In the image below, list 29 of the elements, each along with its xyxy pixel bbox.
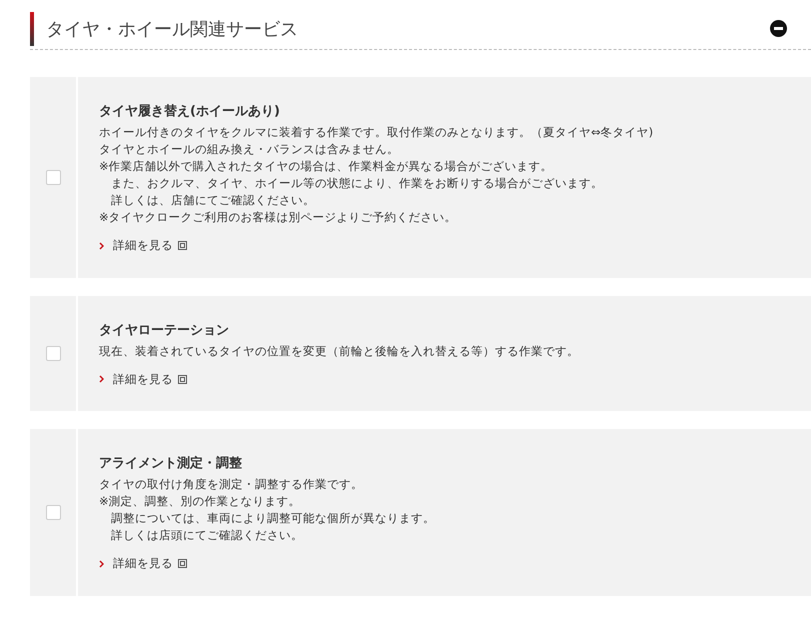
checkbox[interactable] <box>46 346 60 361</box>
chevron-icon <box>99 375 104 383</box>
description-line: また、おクルマ、タイヤ、ホイール等の状態により、作業をお断りする場合がございます。 <box>110 175 604 192</box>
description-line: 現在、装着されているタイヤの位置を変更（前輪と後輪を入れ替える等）する作業です。 <box>99 342 579 360</box>
window-icon <box>178 559 187 568</box>
details-link[interactable]: 詳細を見る <box>99 556 187 571</box>
service-title: タイヤローテーション <box>99 322 230 338</box>
description-line: ※測定、調整、別の作業となります。 <box>99 493 302 510</box>
window-icon <box>178 374 187 384</box>
window-icon <box>178 241 187 250</box>
service-title: タイヤ履き替え(ホイールあり) <box>99 103 281 120</box>
section-title: タイヤ・ホイール関連サービス <box>46 18 299 40</box>
checkbox[interactable] <box>46 170 60 185</box>
description-line: タイヤの取付け角度を測定・調整する作業です。 <box>99 476 364 493</box>
description-line: 調整については、車両により調整可能な個所が異なります。 <box>110 510 435 527</box>
description-line: 詳しくは、店舗にてご確認ください。 <box>110 192 316 209</box>
chevron-icon <box>99 242 104 250</box>
details-link[interactable]: 詳細を見る <box>99 372 187 386</box>
details-link[interactable]: 詳細を見る <box>99 238 187 253</box>
description-line: ※タイヤクロークご利用のお客様は別ページよりご予約ください。 <box>99 209 458 226</box>
description-line: 詳しくは店頭にてご確認ください。 <box>110 527 304 544</box>
collapse-button[interactable] <box>770 20 787 37</box>
description-line: ホイール付きのタイヤをクルマに装着する作業です。取付作業のみとなります。（夏タイヤ⇔冬タイヤ) <box>99 124 654 141</box>
description-line: ※作業店舗以外で購入されたタイヤの場合は、作業料金が異なる場合がございます。 <box>99 158 554 175</box>
service-title: アライメント測定・調整 <box>99 454 243 472</box>
chevron-icon <box>99 560 104 568</box>
accent-bar <box>30 12 34 46</box>
description-line: タイヤとホイールの組み換え・バランスは含みません。 <box>99 141 400 158</box>
checkbox[interactable] <box>46 504 60 520</box>
